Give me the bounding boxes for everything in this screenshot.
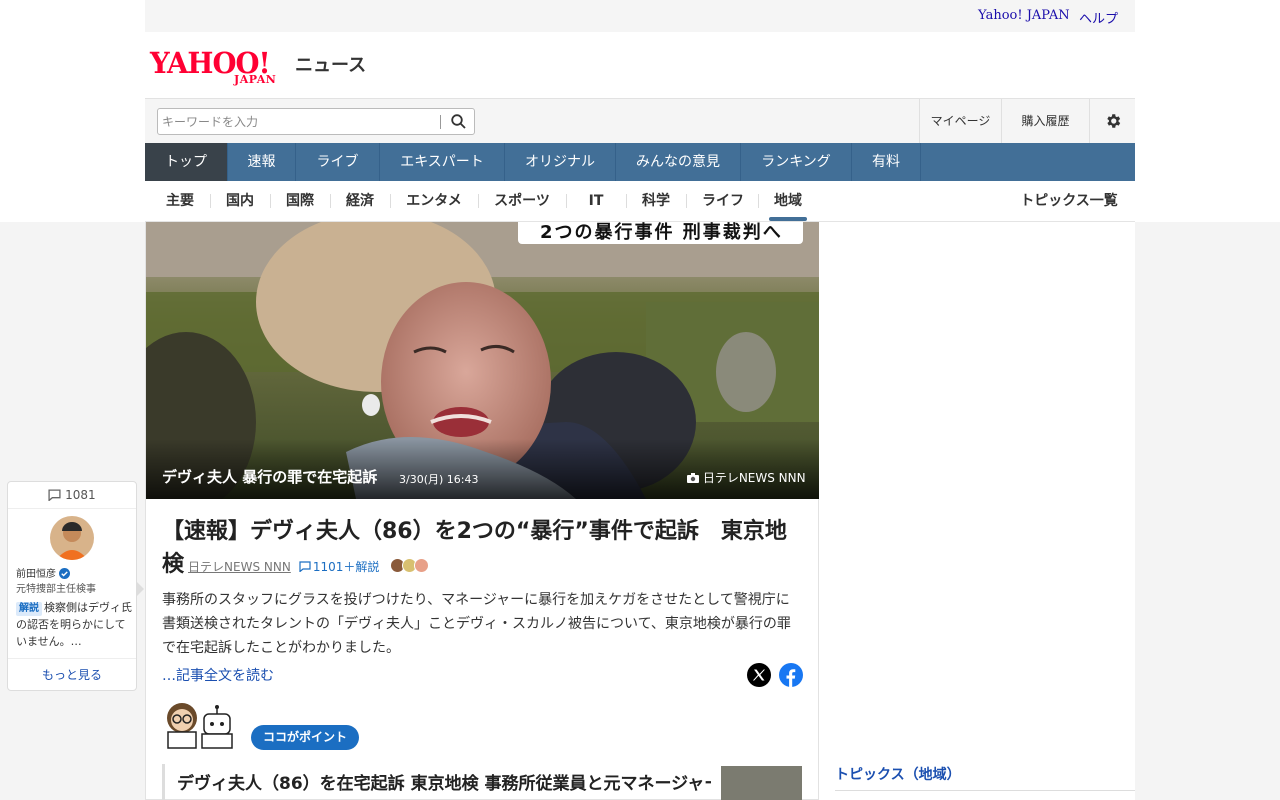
hero-image[interactable]: 2つの暴行事件 刑事裁判へ every. デヴィ夫人 暴行の罪で在宅起訴 3/3… xyxy=(146,222,819,499)
subnav-separator xyxy=(330,194,331,208)
comments-link[interactable]: 1101＋解説 xyxy=(299,560,380,574)
nav-expert[interactable]: エキスパート xyxy=(380,143,505,181)
nav-paid[interactable]: 有料 xyxy=(852,143,921,181)
hero-timestamp: 3/30(月) 16:43 xyxy=(399,473,479,486)
article-lead: 事務所のスタッフにグラスを投げつけたり、マネージャーに暴行を加えケガをさせたとし… xyxy=(162,592,791,656)
gear-icon xyxy=(1107,114,1121,128)
help-link[interactable]: ヘルプ xyxy=(1079,8,1118,27)
subnav-separator xyxy=(566,194,567,208)
subnav-domestic[interactable]: 国内 xyxy=(225,181,255,221)
commentary-tag: 解説 xyxy=(16,602,42,616)
nav-top[interactable]: トップ xyxy=(145,143,228,181)
facebook-share-button[interactable] xyxy=(779,663,803,687)
related-article-title: デヴィ夫人（86）を在宅起訴 東京地検 事務所従業員と元マネージャー xyxy=(177,774,711,794)
mypage-button[interactable]: マイページ xyxy=(919,99,1001,143)
logo-news-text: ニュース xyxy=(295,55,367,76)
subnav-life[interactable]: ライフ xyxy=(701,181,745,221)
expert-name[interactable]: 前田恒彦 xyxy=(16,565,71,580)
subnav-economy[interactable]: 経済 xyxy=(345,181,375,221)
hero-title[interactable]: デヴィ夫人 暴行の罪で在宅起訴 xyxy=(162,466,377,487)
logo-japan-text: JAPAN xyxy=(234,73,277,86)
mascot-icon xyxy=(167,703,233,749)
comment-count-text: 1081 xyxy=(65,488,96,502)
comment-count[interactable]: 1081 xyxy=(8,482,136,509)
nav-opinion[interactable]: みんなの意見 xyxy=(616,143,741,181)
subnav-world[interactable]: 国際 xyxy=(285,181,315,221)
facebook-icon xyxy=(786,669,796,687)
avatar xyxy=(414,558,430,573)
search-button[interactable] xyxy=(442,109,474,134)
subnav-local[interactable]: 地域 xyxy=(769,181,807,221)
camera-icon xyxy=(687,473,699,483)
subnav-separator xyxy=(270,194,271,208)
search-divider xyxy=(440,115,441,129)
subnav-entertainment[interactable]: エンタメ xyxy=(403,181,465,221)
read-full-article-link[interactable]: …記事全文を読む xyxy=(162,665,274,685)
related-article-thumbnail xyxy=(721,766,802,800)
subnav-separator xyxy=(626,194,627,208)
right-column xyxy=(819,222,1135,800)
hero-banner-logo: every. xyxy=(762,235,790,245)
expert-comment[interactable]: 解説 検察側はデヴィ氏の認否を明らかにしていません。… xyxy=(16,599,132,650)
yahoo-japan-link[interactable]: Yahoo! JAPAN xyxy=(978,8,1070,23)
expert-role: 元特捜部主任検事 xyxy=(16,584,96,595)
purchase-history-button[interactable]: 購入履歴 xyxy=(1001,99,1089,143)
related-article[interactable]: デヴィ夫人（86）を在宅起訴 東京地検 事務所従業員と元マネージャー xyxy=(162,764,802,800)
subnav-it[interactable]: IT xyxy=(581,181,611,221)
category-nav: 主要 国内 国際 経済 エンタメ スポーツ IT 科学 ライフ 地域 トピックス… xyxy=(145,181,1135,222)
comments-count: 1101＋解説 xyxy=(312,560,380,574)
nav-original[interactable]: オリジナル xyxy=(505,143,616,181)
panel-pointer xyxy=(137,582,144,596)
subnav-separator xyxy=(390,194,391,208)
hero-source-text: 日テレNEWS NNN xyxy=(702,471,806,485)
expert-name-text: 前田恒彦 xyxy=(16,569,56,580)
search-input[interactable] xyxy=(162,112,437,131)
see-more-button[interactable]: もっと見る xyxy=(8,658,136,691)
subnav-main[interactable]: 主要 xyxy=(165,181,195,221)
subnav-separator xyxy=(478,194,479,208)
settings-button[interactable] xyxy=(1089,99,1135,143)
topics-list-link[interactable]: トピックス一覧 xyxy=(1017,181,1121,221)
hero-source: 日テレNEWS NNN xyxy=(687,469,806,486)
nav-ranking[interactable]: ランキング xyxy=(741,143,852,181)
subnav-science[interactable]: 科学 xyxy=(641,181,671,221)
expert-comment-panel: 1081 前田恒彦 元特捜部主任検事 解説 検察側はデヴィ氏の認否を明らかにしてい… xyxy=(7,481,144,691)
article-headline: 【速報】デヴィ夫人（86）を2つの“暴行”事件で起訴 東京地検 日テレNEWS N… xyxy=(162,515,802,584)
search-box xyxy=(157,108,475,135)
article-source-link[interactable]: 日テレNEWS NNN xyxy=(188,560,291,574)
nav-live[interactable]: ライブ xyxy=(296,143,380,181)
point-label: ココがポイント xyxy=(251,725,360,750)
verified-icon xyxy=(59,568,71,579)
nav-breaking[interactable]: 速報 xyxy=(228,143,296,181)
expert-photo xyxy=(50,516,94,560)
subnav-separator xyxy=(210,194,211,208)
subnav-separator xyxy=(758,194,759,208)
utility-bar: Yahoo! JAPAN ヘルプ xyxy=(145,0,1135,32)
article-card: 2つの暴行事件 刑事裁判へ every. デヴィ夫人 暴行の罪で在宅起訴 3/3… xyxy=(145,222,819,800)
comment-icon xyxy=(48,489,61,502)
subnav-sports[interactable]: スポーツ xyxy=(491,181,553,221)
search-row: マイページ 購入履歴 xyxy=(145,98,1135,143)
x-icon xyxy=(752,669,765,681)
x-share-button[interactable] xyxy=(747,663,771,687)
logo-row: YAHOO! JAPAN ニュース xyxy=(145,32,1135,98)
expert-avatars xyxy=(390,552,430,577)
search-icon xyxy=(451,114,466,129)
main-nav: トップ 速報 ライブ エキスパート オリジナル みんなの意見 ランキング 有料 xyxy=(145,143,1135,181)
topics-heading[interactable]: トピックス（地域） xyxy=(835,763,1135,791)
subnav-separator xyxy=(686,194,687,208)
expert-avatar[interactable] xyxy=(50,516,94,560)
comment-icon xyxy=(299,561,311,573)
point-section: ココがポイント xyxy=(162,700,372,754)
hero-banner-text: 2つの暴行事件 刑事裁判へ xyxy=(540,222,783,243)
yahoo-news-logo[interactable]: YAHOO! JAPAN ニュース xyxy=(150,46,366,86)
